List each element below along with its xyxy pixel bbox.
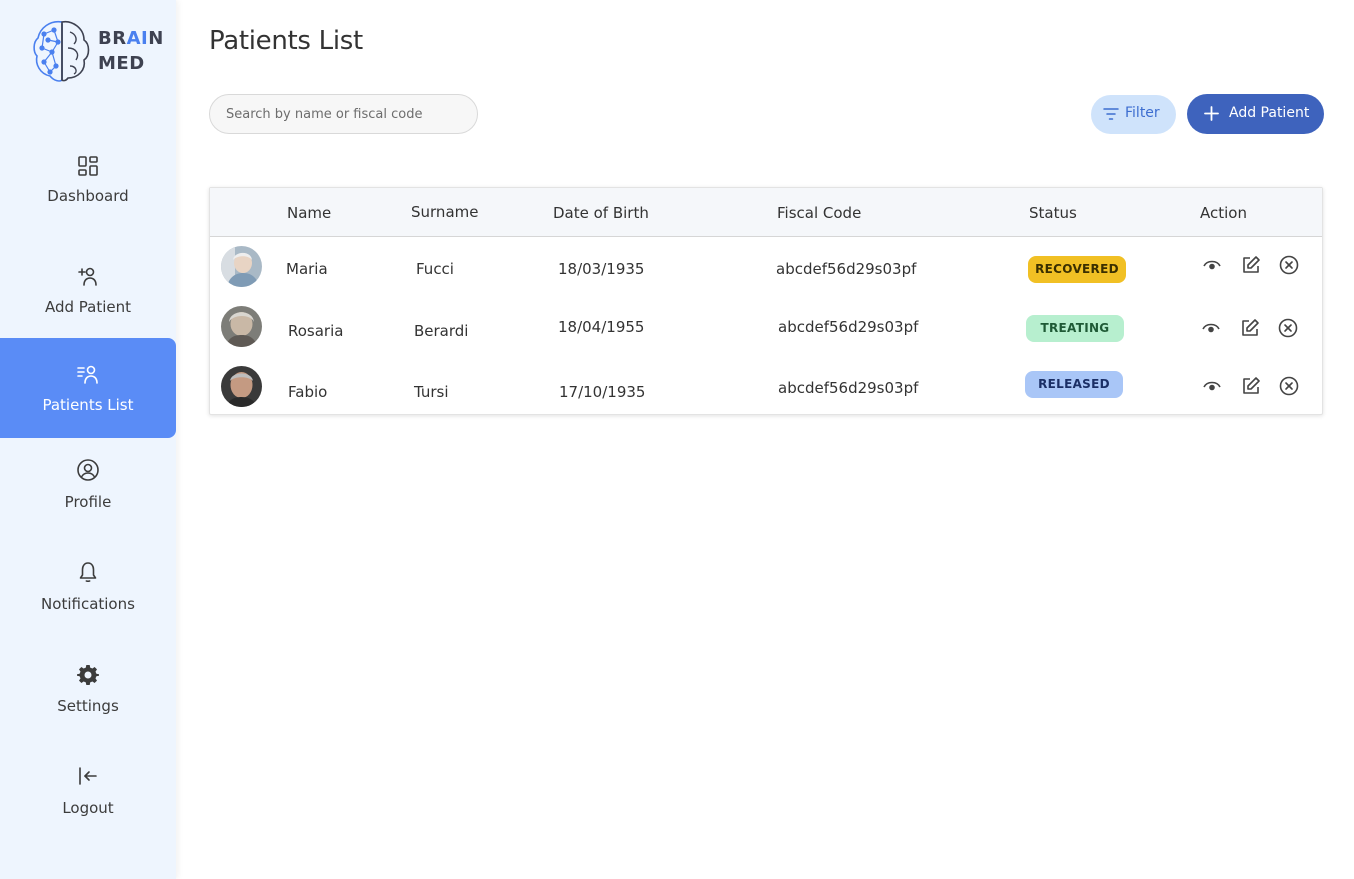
- search-input[interactable]: [209, 94, 478, 134]
- cell-surname: Berardi: [414, 322, 469, 340]
- brand-text-med: MED: [98, 53, 145, 74]
- page-title: Patients List: [209, 26, 363, 56]
- column-header-action: Action: [1200, 204, 1247, 222]
- sidebar-item-profile[interactable]: Profile: [0, 444, 176, 544]
- patients-list-icon: [77, 365, 98, 384]
- sidebar-item-settings[interactable]: Settings: [0, 648, 176, 748]
- sidebar-item-label: Add Patient: [44, 298, 132, 316]
- cell-name: Maria: [286, 260, 328, 278]
- sidebar-item-logout[interactable]: Logout: [0, 750, 176, 850]
- sidebar-item-label: Settings: [57, 697, 119, 715]
- sidebar-item-label: Patients List: [42, 396, 134, 414]
- status-badge: TREATING: [1026, 315, 1124, 342]
- edit-icon[interactable]: [1240, 254, 1262, 276]
- column-header-name[interactable]: Name: [287, 204, 331, 222]
- sidebar: BRAIN MED Dashboard Add Patient Patients…: [0, 0, 176, 879]
- sidebar-item-label: Logout: [62, 799, 114, 817]
- column-header-surname[interactable]: Surname: [411, 203, 478, 221]
- cell-surname: Tursi: [414, 383, 449, 401]
- sidebar-item-dashboard[interactable]: Dashboard: [0, 140, 176, 240]
- cell-name: Fabio: [288, 383, 328, 401]
- dashboard-icon: [78, 156, 98, 176]
- profile-icon: [77, 459, 99, 481]
- brain-logo-icon: [33, 20, 90, 82]
- column-header-status[interactable]: Status: [1029, 204, 1077, 222]
- brand-text-ai: AI: [126, 28, 149, 49]
- brand-name: BRAIN MED: [98, 26, 164, 76]
- add-user-icon: [78, 267, 97, 286]
- delete-icon[interactable]: [1277, 317, 1299, 339]
- cell-dob: 18/03/1935: [558, 260, 645, 278]
- avatar: [221, 246, 262, 287]
- sidebar-item-patients-list[interactable]: Patients List: [0, 338, 176, 438]
- delete-icon[interactable]: [1278, 375, 1300, 397]
- cell-surname: Fucci: [416, 260, 454, 278]
- column-header-fiscal-code[interactable]: Fiscal Code: [777, 204, 861, 222]
- view-eye-icon[interactable]: [1200, 317, 1222, 339]
- status-badge: RECOVERED: [1028, 256, 1126, 283]
- gear-icon: [77, 665, 99, 685]
- brand-text-n: N: [148, 28, 164, 49]
- cell-fiscal-code: abcdef56d29s03pf: [778, 379, 919, 397]
- cell-dob: 17/10/1935: [559, 383, 646, 401]
- edit-icon[interactable]: [1240, 375, 1262, 397]
- sidebar-item-label: Dashboard: [47, 187, 129, 205]
- patients-table: Name Surname Date of Birth Fiscal Code S…: [209, 187, 1323, 415]
- edit-icon[interactable]: [1239, 317, 1261, 339]
- column-header-dob[interactable]: Date of Birth: [553, 204, 649, 222]
- brand-text-br: BR: [98, 28, 127, 49]
- cell-name: Rosaria: [288, 322, 344, 340]
- filter-icon: [1103, 108, 1119, 120]
- view-eye-icon[interactable]: [1201, 375, 1223, 397]
- avatar: [221, 306, 262, 347]
- bell-icon: [79, 562, 97, 583]
- avatar: [221, 366, 262, 407]
- plus-icon: [1204, 106, 1219, 121]
- filter-button-label: Filter: [1125, 105, 1160, 121]
- status-badge: RELEASED: [1025, 371, 1123, 398]
- sidebar-item-label: Notifications: [41, 595, 135, 613]
- view-eye-icon[interactable]: [1201, 254, 1223, 276]
- sidebar-item-add-patient[interactable]: Add Patient: [0, 252, 176, 352]
- add-patient-button-label: Add Patient: [1229, 105, 1310, 121]
- sidebar-item-notifications[interactable]: Notifications: [0, 546, 176, 646]
- filter-button[interactable]: Filter: [1091, 95, 1176, 134]
- sidebar-item-label: Profile: [64, 493, 112, 511]
- add-patient-button[interactable]: Add Patient: [1187, 94, 1324, 134]
- logout-icon: [79, 767, 97, 785]
- cell-fiscal-code: abcdef56d29s03pf: [778, 318, 919, 336]
- cell-dob: 18/04/1955: [558, 318, 645, 336]
- delete-icon[interactable]: [1278, 254, 1300, 276]
- cell-fiscal-code: abcdef56d29s03pf: [776, 260, 917, 278]
- brand-logo: BRAIN MED: [32, 18, 164, 84]
- table-header: Name Surname Date of Birth Fiscal Code S…: [210, 188, 1322, 237]
